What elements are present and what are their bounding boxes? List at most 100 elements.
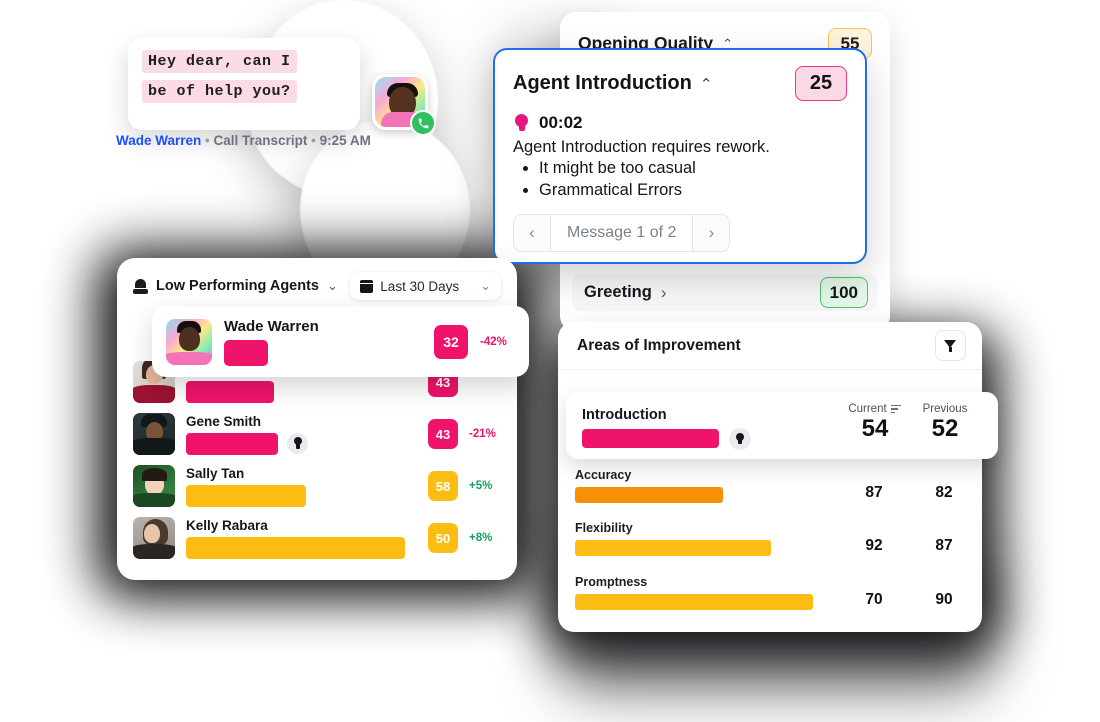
transcript-time: 9:25 AM [319, 133, 371, 148]
list-item: It might be too casual [539, 158, 847, 180]
low-performing-agents-title: Low Performing Agents [156, 278, 319, 294]
agent-introduction-score: 25 [795, 66, 847, 101]
chevron-down-icon[interactable]: ⌄ [480, 278, 491, 294]
score-bar [224, 340, 268, 366]
score-bar [186, 485, 307, 507]
metric-current-value: 92 [865, 537, 883, 554]
agent-introduction-header[interactable]: Agent Introduction ⌃ 25 [513, 66, 847, 101]
message-counter-label: Message 1 of 2 [567, 223, 677, 241]
avatar [133, 517, 175, 559]
metric-previous-value: 82 [935, 484, 953, 501]
chevron-up-icon[interactable]: ⌃ [700, 75, 713, 93]
avatar [133, 465, 175, 507]
insight-bulb-button[interactable] [728, 428, 751, 450]
calendar-icon [360, 279, 374, 293]
transcript-line: Hey dear, can I [142, 50, 297, 73]
agent-delta: +5% [469, 480, 493, 492]
current-column: Current 54 [840, 392, 910, 443]
agent-delta: -21% [469, 428, 496, 440]
previous-column: Previous 52 [910, 392, 980, 443]
introduction-issue-list: It might be too casual Grammatical Error… [539, 158, 847, 202]
agent-delta: -42% [480, 335, 507, 348]
transcript-agent-name: Wade Warren [116, 133, 202, 148]
transcript-avatar-wrap [372, 74, 436, 136]
areas-of-improvement-title: Areas of Improvement [577, 336, 741, 354]
metric-previous-value: 87 [935, 537, 953, 554]
agent-metric: Wade Warren [224, 317, 422, 366]
agent-metric: Sally Tan [186, 465, 417, 507]
agent-introduction-card: Agent Introduction ⌃ 25 00:02 Agent Intr… [493, 48, 867, 264]
headset-agent-icon [133, 278, 148, 294]
low-performing-agents-header: Low Performing Agents ⌄ Last 30 Days ⌄ [133, 272, 501, 300]
metric-name: Introduction [582, 407, 667, 423]
previous-column-header: Previous [910, 403, 980, 415]
metric-name: Flexibility [575, 521, 633, 535]
screenshot-root: Hey dear, can I be of help you? Wade War… [0, 0, 1100, 722]
metric-row[interactable]: Flexibility 92 87 [575, 521, 975, 569]
lightbulb-icon [292, 437, 303, 450]
current-label: Current [848, 403, 887, 415]
agent-metric: Kelly Rabara [186, 517, 417, 559]
table-row[interactable]: Gene Smith 43 -21% [133, 410, 505, 458]
agent-name: Gene Smith [186, 414, 262, 429]
introduction-description: Agent Introduction requires rework. [513, 138, 770, 156]
metric-bar [575, 540, 771, 556]
lightbulb-icon [734, 432, 745, 446]
metric-name: Promptness [575, 575, 648, 589]
highlighted-metric-row[interactable]: Introduction Current 54 Previous 52 [566, 392, 998, 459]
metric-row[interactable]: Accuracy 87 82 [575, 468, 975, 516]
score-bar [186, 381, 274, 403]
agent-name: Kelly Rabara [186, 518, 268, 533]
agent-introduction-title: Agent Introduction [513, 72, 692, 94]
current-column-header[interactable]: Current [840, 403, 910, 415]
message-pagination: ‹ Message 1 of 2 › [513, 213, 731, 252]
previous-value: 52 [931, 415, 959, 442]
agent-score: 58 [428, 471, 458, 501]
agent-metric: Gene Smith [186, 413, 417, 455]
caption-separator: • [311, 133, 316, 148]
metric-current-value: 87 [865, 484, 883, 501]
metric-bar [575, 594, 813, 610]
transcript-line: be of help you? [142, 80, 297, 103]
metric-name: Accuracy [575, 468, 632, 482]
agent-score: 50 [428, 523, 458, 553]
agent-delta: +8% [469, 532, 493, 544]
table-row[interactable]: Sally Tan 58 +5% [133, 462, 505, 510]
metric-bar [582, 429, 719, 448]
highlighted-agent-row[interactable]: Wade Warren 32 -42% [152, 306, 529, 377]
agent-score: 43 [428, 419, 458, 449]
agent-introduction-body: 00:02 Agent Introduction requires rework… [513, 113, 847, 252]
chevron-down-icon[interactable]: ⌄ [327, 278, 338, 294]
greeting-row[interactable]: Greeting › 100 [572, 274, 878, 311]
lightbulb-icon [513, 113, 530, 133]
filter-button[interactable] [935, 330, 966, 361]
introduction-timestamp: 00:02 [539, 113, 583, 132]
date-range-label: Last 30 Days [380, 278, 460, 294]
score-bar [186, 433, 279, 455]
date-range-dropdown[interactable]: Last 30 Days ⌄ [350, 272, 501, 300]
insight-bulb-button[interactable] [287, 433, 309, 454]
score-bar [186, 537, 406, 559]
caption-separator: • [205, 133, 210, 148]
transcript-caption: Wade Warren • Call Transcript • 9:25 AM [116, 133, 371, 148]
low-performing-agents-title-group[interactable]: Low Performing Agents ⌄ [133, 278, 338, 294]
agent-name: Sally Tan [186, 466, 245, 481]
chevron-right-icon[interactable]: › [661, 283, 667, 303]
table-row[interactable]: Kelly Rabara 50 +8% [133, 514, 505, 562]
metric-bar-group: Introduction [582, 392, 840, 459]
metric-bar [575, 487, 723, 503]
timestamp-row: 00:02 [513, 113, 847, 133]
next-message-button[interactable]: › [692, 214, 730, 251]
metric-row[interactable]: Promptness 70 90 [575, 575, 975, 623]
previous-label: Previous [922, 403, 968, 415]
sort-icon[interactable] [890, 404, 902, 414]
phone-icon [410, 110, 436, 136]
avatar [133, 413, 175, 455]
metric-current-value: 70 [865, 591, 883, 608]
greeting-score: 100 [819, 277, 868, 308]
areas-of-improvement-header: Areas of Improvement [558, 322, 982, 370]
prev-message-button[interactable]: ‹ [514, 214, 551, 251]
wade-warren-avatar [166, 318, 212, 365]
agent-score: 32 [434, 324, 468, 359]
agent-name: Wade Warren [224, 318, 319, 335]
